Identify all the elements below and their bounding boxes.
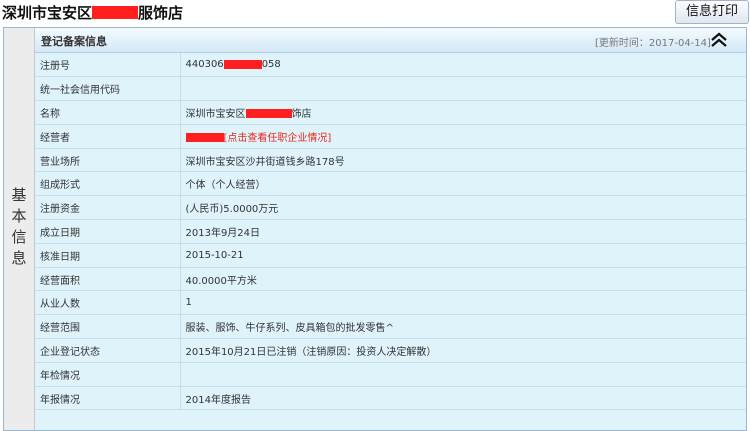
row-value: 1 bbox=[180, 290, 746, 316]
redaction-mark bbox=[185, 133, 224, 143]
table-row: 注册资金 (人民币)5.0000万元 bbox=[35, 195, 746, 221]
table-row: 成立日期 2013年9月24日 bbox=[35, 219, 746, 244]
table-row: 统一社会信用代码 bbox=[35, 76, 746, 102]
row-label: 成立日期 bbox=[35, 219, 181, 244]
value-suffix: 058 bbox=[261, 59, 281, 71]
row-label: 经营范围 bbox=[35, 314, 181, 340]
section-title: 登记备案信息 bbox=[41, 35, 107, 48]
row-value: [点击查看任职企业情况] bbox=[180, 124, 746, 149]
row-label: 年报情况 bbox=[35, 386, 181, 411]
row-label: 年检情况 bbox=[35, 362, 181, 387]
print-info-button[interactable]: 信息打印 bbox=[675, 0, 749, 24]
table-row: 企业登记状态 2015年10月21日已注销（注销原因：投资人决定解散） bbox=[35, 338, 746, 363]
row-value: 深圳市宝安区 饰店 bbox=[180, 100, 746, 125]
section-header: 登记备案信息 [更新时间：2017-04-14] bbox=[35, 28, 746, 53]
row-value: 440306 058 bbox=[180, 53, 746, 78]
redaction-mark bbox=[92, 6, 139, 19]
redaction-mark bbox=[223, 59, 262, 69]
table-row: 名称 深圳市宝安区 饰店 bbox=[35, 100, 746, 125]
company-title: 深圳市宝安区 服饰店 bbox=[2, 2, 183, 23]
row-value: 深圳市宝安区沙井街道钱乡路178号 bbox=[180, 148, 746, 173]
value-prefix: 440306 bbox=[185, 59, 224, 71]
row-label: 营业场所 bbox=[35, 148, 181, 173]
row-value: 2014年度报告 bbox=[180, 386, 746, 411]
row-label: 组成形式 bbox=[35, 171, 181, 197]
row-label: 经营者 bbox=[35, 124, 181, 149]
row-label: 企业登记状态 bbox=[35, 338, 181, 363]
row-value: 40.0000平方米 bbox=[180, 267, 746, 292]
table-row: 注册号 440306 058 bbox=[35, 53, 746, 78]
company-title-prefix: 深圳市宝安区 bbox=[2, 4, 93, 22]
table-row: 组成形式 个体（个人经营） bbox=[35, 171, 746, 197]
row-label: 经营面积 bbox=[35, 267, 181, 292]
table-row: 年检情况 bbox=[35, 362, 746, 387]
table-row: 营业场所 深圳市宝安区沙井街道钱乡路178号 bbox=[35, 148, 746, 173]
row-value bbox=[180, 76, 746, 102]
value-suffix: 饰店 bbox=[291, 108, 312, 120]
table-row: 经营者 [点击查看任职企业情况] bbox=[35, 124, 746, 149]
row-value: 2013年9月24日 bbox=[180, 219, 746, 244]
update-time: [更新时间：2017-04-14] bbox=[595, 38, 711, 49]
row-value: (人民币)5.0000万元 bbox=[180, 195, 746, 221]
row-label: 从业人数 bbox=[35, 290, 181, 316]
view-operator-companies-link[interactable]: [点击查看任职企业情况] bbox=[224, 133, 332, 144]
row-value: 2015-10-21 bbox=[180, 243, 746, 268]
company-title-suffix: 服饰店 bbox=[138, 4, 184, 22]
table-row: 年报情况 2014年度报告 bbox=[35, 386, 746, 411]
row-value bbox=[180, 362, 746, 387]
table-row: 从业人数 1 bbox=[35, 290, 746, 316]
row-label: 注册号 bbox=[35, 53, 181, 78]
row-label: 名称 bbox=[35, 100, 181, 125]
row-value: 个体（个人经营） bbox=[180, 171, 746, 197]
table-row: 经营面积 40.0000平方米 bbox=[35, 267, 746, 292]
side-label: 基本信息 bbox=[4, 28, 35, 430]
table-row: 经营范围 服装、服饰、牛仔系列、皮具箱包的批发零售^ bbox=[35, 314, 746, 340]
row-value: 服装、服饰、牛仔系列、皮具箱包的批发零售^ bbox=[180, 314, 746, 340]
row-label: 注册资金 bbox=[35, 195, 181, 221]
redaction-mark bbox=[245, 109, 292, 119]
info-table: 注册号 440306 058 统一社会信用代码 名称 深圳市宝安区 饰店 经营者 [… bbox=[35, 53, 746, 411]
table-row: 核准日期 2015-10-21 bbox=[35, 243, 746, 268]
value-prefix: 深圳市宝安区 bbox=[185, 108, 246, 120]
double-chevron-up-icon[interactable] bbox=[707, 31, 731, 49]
side-label-text: 基本信息 bbox=[9, 187, 28, 271]
content-area: 登记备案信息 [更新时间：2017-04-14] 注册号 440306 058 统… bbox=[35, 28, 746, 430]
basic-info-panel: 基本信息 登记备案信息 [更新时间：2017-04-14] 注册号 440306… bbox=[3, 27, 747, 431]
row-label: 核准日期 bbox=[35, 243, 181, 268]
row-label: 统一社会信用代码 bbox=[35, 76, 181, 102]
row-value: 2015年10月21日已注销（注销原因：投资人决定解散） bbox=[180, 338, 746, 363]
top-bar: 深圳市宝安区 服饰店 信息打印 bbox=[0, 0, 750, 24]
